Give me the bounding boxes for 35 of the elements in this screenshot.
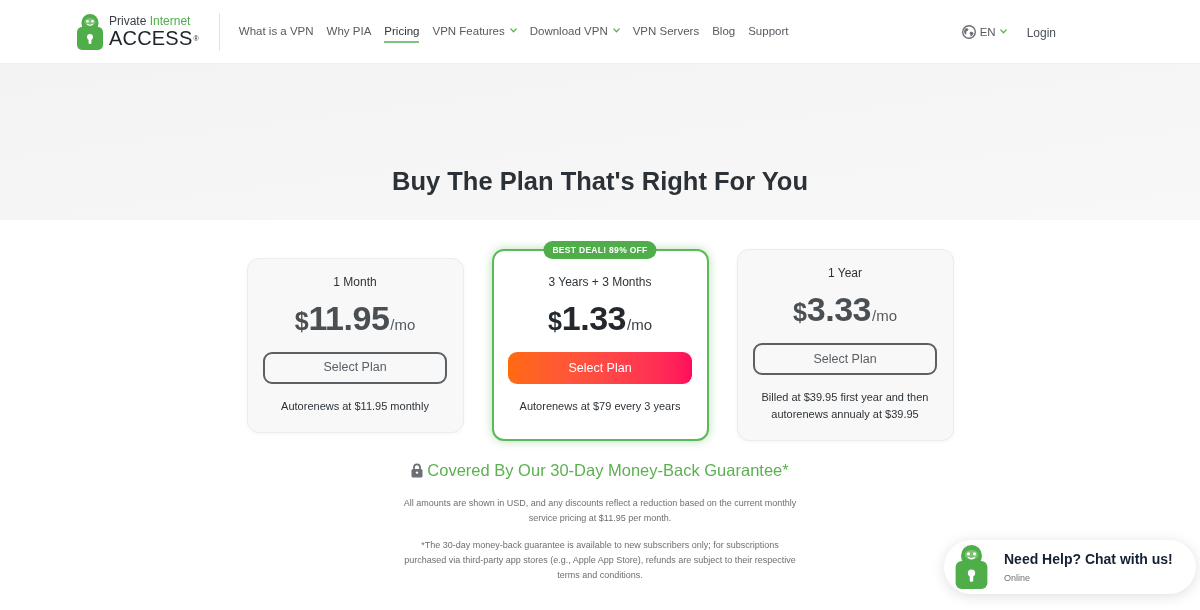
nav-link[interactable]: Blog — [712, 20, 736, 43]
login-link[interactable]: Login — [1026, 24, 1056, 41]
chat-widget[interactable]: Need Help? Chat with us! Online — [944, 540, 1196, 594]
plan-term: 1 Month — [333, 273, 377, 290]
nav-link[interactable]: VPN Servers — [632, 20, 700, 43]
page-title: Buy The Plan That's Right For You — [392, 166, 808, 197]
deal-badge: BEST DEAL! 89% OFF — [543, 241, 657, 259]
nav-link[interactable]: Pricing — [384, 20, 420, 43]
nav-link[interactable]: Support — [748, 20, 789, 43]
language-selector[interactable]: EN — [961, 23, 1007, 40]
nav-link[interactable]: VPN Features — [432, 20, 517, 43]
plan-note: Billed at $39.95 first year and then autorenews annualy at $39.95 — [760, 390, 930, 422]
plan-note: Autorenews at $11.95 monthly — [281, 398, 429, 414]
nav-link[interactable]: What is a VPN — [238, 20, 314, 43]
chat-title: Need Help? Chat with us! — [1004, 550, 1173, 568]
padlock-icon — [411, 462, 424, 478]
plan-term: 3 Years + 3 Months — [548, 274, 652, 290]
guarantee-title: Covered By Our 30-Day Money-Back Guarantee* — [427, 460, 789, 480]
caret-icon — [999, 29, 1007, 34]
disclaimer-text: All amounts are shown in USD, and any discounts reflect a reduction based on the current monthly service pricing at $11.95 per month. — [402, 497, 798, 525]
padlock-mascot-icon — [955, 545, 988, 589]
chat-status: Online — [1004, 571, 1031, 584]
nav-link[interactable]: Why PIA — [326, 20, 372, 43]
plan-note: Autorenews at $79 every 3 years — [519, 399, 681, 414]
padlock-mascot-icon — [77, 13, 103, 50]
plan-price: $11.95/mo — [294, 297, 416, 338]
nav-link[interactable]: Download VPN — [529, 20, 620, 43]
brand-name: Private Internet — [109, 14, 192, 28]
plan-price: $3.33/mo — [792, 289, 898, 329]
plan-price: $1.33/mo — [547, 298, 653, 338]
globe-icon — [961, 24, 976, 39]
plan-term: 1 Year — [827, 265, 862, 281]
disclaimer-text: *The 30-day money-back guarantee is available to new subscribers only; for subscriptions purchased via third-party app stores (e.g., Apple App Store), refunds are subject to their respective terms and conditions. — [403, 539, 797, 582]
select-plan-button[interactable]: Select Plan — [263, 351, 447, 384]
select-plan-button[interactable]: Select Plan — [753, 343, 937, 375]
